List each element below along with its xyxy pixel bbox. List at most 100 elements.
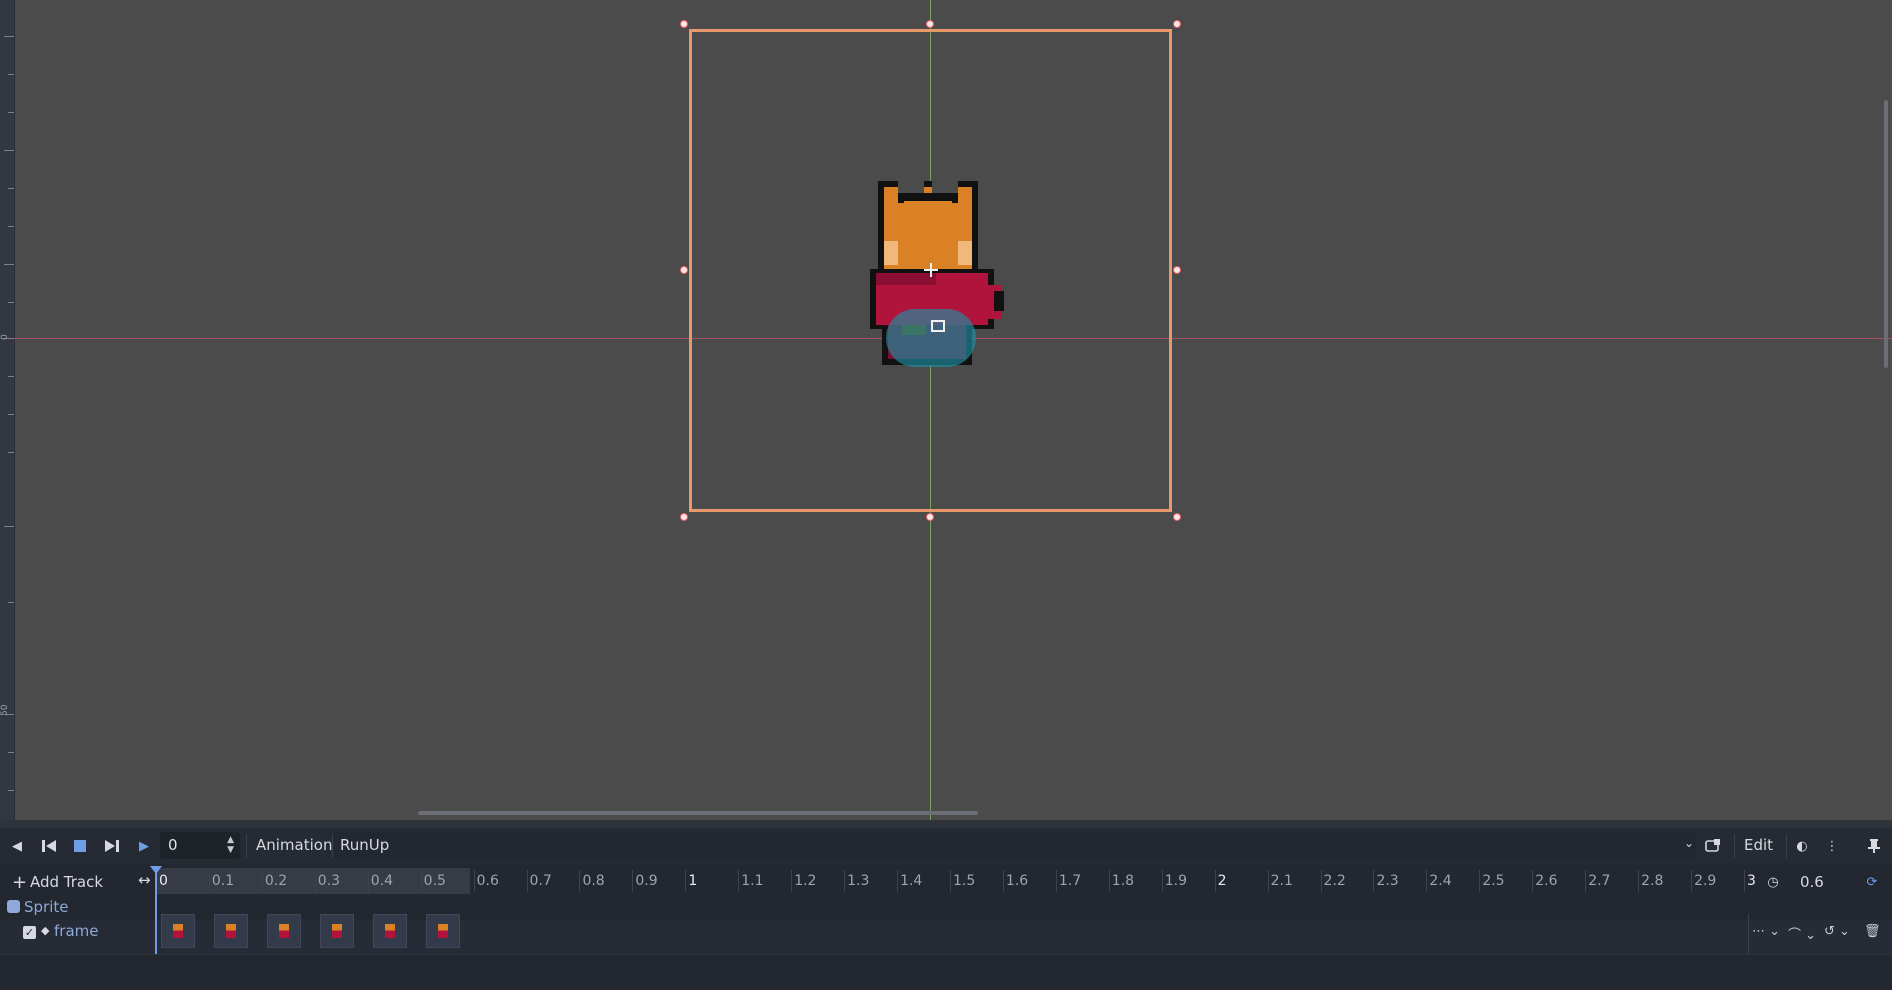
keyframe[interactable] bbox=[213, 914, 248, 948]
resize-handle-top-right[interactable] bbox=[1173, 20, 1181, 28]
autoplay-on-load-icon[interactable] bbox=[1702, 836, 1724, 856]
toolbar-separator bbox=[1786, 834, 1787, 858]
timeline-tick-label: 2.3 bbox=[1376, 873, 1399, 889]
timeline-tick-line bbox=[1638, 870, 1640, 892]
timeline-tick-line bbox=[208, 870, 210, 892]
delete-track-icon[interactable]: 🗑 bbox=[1864, 924, 1881, 939]
timeline-tick-label: 2.1 bbox=[1270, 873, 1293, 889]
timeline-tick-line bbox=[1002, 870, 1004, 892]
keyframe[interactable] bbox=[319, 914, 354, 948]
timeline-tick-label: 0.7 bbox=[529, 873, 552, 889]
resize-handle-left[interactable] bbox=[680, 266, 688, 274]
toolbar-separator bbox=[332, 834, 333, 858]
timeline-tick-line bbox=[1585, 870, 1587, 892]
canvas-viewport[interactable]: 0 50 bbox=[0, 0, 1892, 820]
timeline-tick-label: 3 bbox=[1747, 873, 1756, 889]
timeline-tick-label: 1.7 bbox=[1058, 873, 1082, 889]
loop-wrap-dropdown[interactable]: ↺ ⌄ bbox=[1824, 924, 1850, 939]
ruler-tick bbox=[8, 112, 14, 113]
resize-track-panel-icon[interactable]: ↔ bbox=[138, 871, 151, 889]
timeline-tick-label: 2.9 bbox=[1694, 873, 1717, 889]
keyframe[interactable] bbox=[372, 914, 407, 948]
timeline-tick-label: 2 bbox=[1217, 873, 1227, 889]
animation-selector[interactable]: RunUp ⌄ bbox=[334, 832, 1696, 859]
ruler-label: 50 bbox=[0, 704, 10, 716]
panel-divider[interactable] bbox=[0, 820, 1892, 828]
timeline-tick-line bbox=[1055, 870, 1057, 892]
timeline-tick-line bbox=[420, 870, 422, 892]
horizontal-scrollbar[interactable] bbox=[418, 811, 978, 815]
timeline-tick-line bbox=[1161, 870, 1163, 892]
timeline-tick-label: 0.2 bbox=[264, 873, 288, 889]
ruler-tick bbox=[4, 526, 14, 527]
playhead[interactable] bbox=[155, 866, 157, 954]
resize-handle-bottom[interactable] bbox=[926, 513, 934, 521]
timeline-tick-label: 1.5 bbox=[953, 873, 976, 889]
timeline-tick-label: 1.8 bbox=[1111, 873, 1135, 889]
resize-handle-bottom-left[interactable] bbox=[680, 513, 688, 521]
timeline-tick-line bbox=[1691, 870, 1693, 892]
toolbar-separator bbox=[246, 834, 247, 858]
resize-handle-top-left[interactable] bbox=[680, 20, 688, 28]
frame-value[interactable]: 0 bbox=[168, 836, 178, 854]
sprite-character[interactable] bbox=[864, 181, 1024, 371]
onion-skinning-icon[interactable]: ◐ bbox=[1792, 836, 1812, 856]
resize-handle-top[interactable] bbox=[926, 20, 934, 28]
ruler-tick bbox=[8, 376, 14, 377]
spin-arrows-icon[interactable]: ▲ ▼ bbox=[227, 835, 234, 855]
timeline-tick-line bbox=[1744, 870, 1745, 892]
timeline-tick-label: 0.9 bbox=[635, 873, 658, 889]
timeline-tick-line bbox=[1426, 870, 1428, 892]
pin-icon[interactable] bbox=[1864, 836, 1884, 856]
ruler-tick bbox=[8, 602, 14, 603]
timeline-tick-label: 1.6 bbox=[1005, 873, 1029, 889]
loop-icon[interactable]: ⟳ bbox=[1862, 872, 1882, 892]
timeline-tick-label: 0.4 bbox=[370, 873, 393, 889]
timeline-tick-line bbox=[1214, 870, 1216, 892]
update-mode-dropdown[interactable]: ⋯ ⌄ bbox=[1752, 924, 1780, 939]
edit-menu[interactable]: Edit bbox=[1744, 836, 1773, 854]
timeline-tick-label: 1.2 bbox=[794, 873, 817, 889]
play-from-start-icon[interactable] bbox=[101, 836, 123, 856]
timeline-tick-label: 2.5 bbox=[1482, 873, 1505, 889]
play-icon[interactable]: ▶ bbox=[134, 836, 154, 856]
resize-handle-bottom-right[interactable] bbox=[1173, 513, 1181, 521]
timeline-tick-line bbox=[844, 870, 846, 892]
timeline-tick-label: 0.5 bbox=[423, 873, 446, 889]
animation-menu[interactable]: Animation bbox=[256, 836, 332, 854]
timeline-tick-label: 1 bbox=[688, 873, 698, 889]
keyframe-sprite-thumbnail bbox=[173, 924, 183, 938]
keyframe-sprite-thumbnail bbox=[278, 924, 289, 938]
timeline-tick-label: 0.6 bbox=[476, 873, 499, 889]
vertical-scrollbar[interactable] bbox=[1884, 100, 1888, 368]
interpolation-dropdown[interactable]: ⌒ ⌄ bbox=[1788, 924, 1816, 943]
timeline-tick-line bbox=[473, 870, 475, 892]
keyframe[interactable] bbox=[161, 914, 195, 948]
animation-length-field[interactable]: 0.6 bbox=[1800, 873, 1824, 891]
node-name[interactable]: Sprite bbox=[24, 898, 69, 916]
timeline-tick-line bbox=[632, 870, 634, 892]
keyframe[interactable] bbox=[266, 914, 301, 948]
track-property-name[interactable]: frame bbox=[54, 922, 98, 940]
timeline-tick-label: 1.9 bbox=[1164, 873, 1187, 889]
keyframe[interactable] bbox=[425, 914, 460, 948]
timeline-tick-line bbox=[791, 870, 793, 892]
frame-spinbox[interactable]: 0 ▲ ▼ bbox=[160, 832, 240, 859]
ruler-tick bbox=[8, 452, 14, 453]
timeline-tick-label: 2.8 bbox=[1641, 873, 1664, 889]
timeline-tick-label: 0.3 bbox=[317, 873, 341, 889]
track-enabled-checkbox[interactable]: ✓ bbox=[23, 926, 36, 939]
stop-icon[interactable] bbox=[70, 836, 90, 856]
timeline-tick-line bbox=[526, 870, 528, 892]
timeline-tick-label: 1.4 bbox=[900, 873, 923, 889]
ruler-tick bbox=[4, 36, 14, 37]
ruler-tick bbox=[8, 226, 14, 227]
ruler-tick bbox=[8, 414, 14, 415]
more-options-icon[interactable]: ⋮ bbox=[1824, 836, 1840, 856]
play-backwards-icon[interactable] bbox=[38, 836, 60, 856]
add-track-button[interactable]: Add Track bbox=[30, 873, 103, 891]
resize-handle-right[interactable] bbox=[1173, 266, 1181, 274]
timeline-tick-line bbox=[367, 870, 369, 892]
play-backwards-from-end-icon[interactable]: ◀ bbox=[8, 836, 26, 856]
timeline-tick-line bbox=[1373, 870, 1375, 892]
